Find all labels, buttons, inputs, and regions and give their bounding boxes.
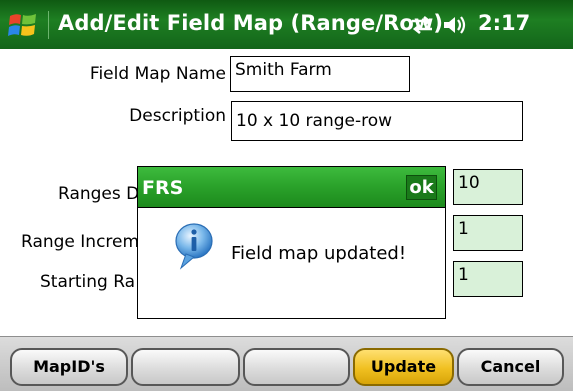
update-button[interactable]: Update — [353, 348, 454, 386]
title-bar: Add/Edit Field Map (Range/Row) 2:17 — [0, 0, 573, 49]
range-increment-input[interactable]: 1 — [453, 215, 523, 251]
window-title: Add/Edit Field Map (Range/Row) — [58, 11, 444, 35]
field-map-name-input[interactable]: Smith Farm — [230, 56, 410, 92]
cancel-button[interactable]: Cancel — [457, 348, 564, 386]
bottom-toolbar: MapID's Update Cancel — [0, 336, 573, 391]
mapids-button[interactable]: MapID's — [10, 348, 128, 386]
sync-arrows-icon[interactable] — [410, 14, 434, 36]
starting-range-label: Starting Ra — [40, 272, 136, 292]
dialog-message: Field map updated! — [231, 243, 407, 264]
description-input[interactable]: 10 x 10 range-row — [231, 101, 523, 141]
clock-time: 2:17 — [478, 11, 531, 35]
starting-range-input[interactable]: 1 — [453, 261, 523, 297]
volume-icon[interactable] — [442, 14, 468, 36]
dialog-title: FRS — [142, 177, 184, 199]
info-icon — [175, 223, 213, 270]
blank-button-1[interactable] — [131, 348, 240, 386]
windows-start-icon[interactable] — [8, 10, 38, 40]
range-increment-label: Range Increm — [21, 232, 140, 252]
ranges-input[interactable]: 10 — [453, 169, 523, 205]
field-map-name-label: Field Map Name — [89, 64, 226, 84]
ranges-label: Ranges D — [58, 184, 140, 204]
message-dialog: FRS ok Field map updated! — [137, 166, 446, 319]
title-separator — [48, 11, 49, 39]
ok-button[interactable]: ok — [406, 175, 437, 200]
blank-button-2[interactable] — [243, 348, 350, 386]
description-label: Description — [129, 106, 226, 126]
dialog-header: FRS ok — [138, 167, 445, 208]
